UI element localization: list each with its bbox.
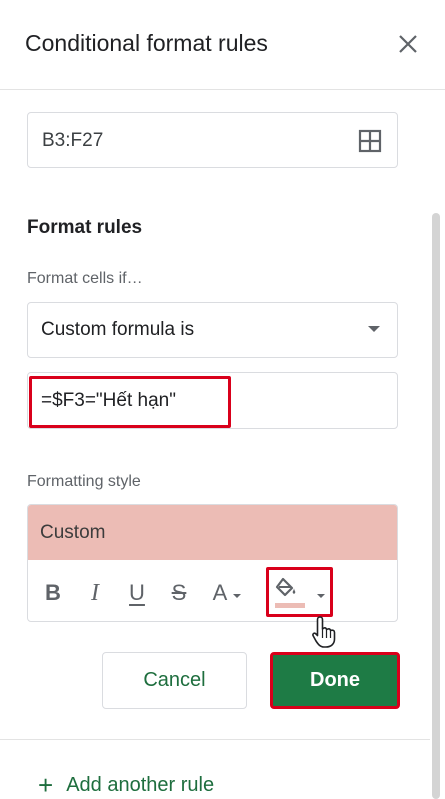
range-input[interactable]: B3:F27	[27, 112, 398, 168]
italic-button[interactable]: I	[80, 565, 110, 621]
format-rules-heading: Format rules	[27, 217, 143, 238]
divider	[0, 739, 430, 740]
chevron-down-icon	[233, 594, 242, 598]
scrollbar[interactable]	[432, 213, 440, 799]
done-button[interactable]: Done	[270, 652, 400, 709]
strikethrough-label: S	[171, 580, 187, 605]
style-preview[interactable]: Custom	[28, 505, 397, 560]
formatting-style-box: Custom B I U S A	[27, 504, 398, 622]
underline-button[interactable]: U	[122, 565, 152, 621]
add-another-rule-button[interactable]: + Add another rule	[38, 772, 214, 798]
fill-highlight-box	[266, 567, 333, 617]
condition-select[interactable]: Custom formula is	[27, 302, 398, 358]
close-icon[interactable]	[392, 28, 424, 60]
cancel-button[interactable]: Cancel	[102, 652, 247, 709]
plus-icon: +	[38, 770, 54, 799]
grid-select-icon[interactable]	[357, 128, 383, 154]
panel-header: Conditional format rules	[0, 0, 445, 90]
strikethrough-button[interactable]: S	[164, 565, 194, 621]
formula-highlight-box	[29, 376, 231, 428]
range-value: B3:F27	[42, 130, 104, 151]
text-color-button[interactable]: A	[204, 565, 250, 621]
hand-cursor-icon	[311, 614, 339, 650]
style-preview-label: Custom	[40, 522, 106, 543]
condition-label: Format cells if…	[27, 270, 143, 287]
add-rule-label: Add another rule	[66, 773, 215, 796]
condition-value: Custom formula is	[41, 319, 195, 340]
text-color-label: A	[212, 580, 228, 605]
formatting-style-label: Formatting style	[27, 473, 141, 490]
chevron-down-icon	[368, 326, 380, 332]
panel-title: Conditional format rules	[25, 30, 268, 56]
underline-label: U	[129, 580, 145, 605]
bold-button[interactable]: B	[38, 565, 68, 621]
